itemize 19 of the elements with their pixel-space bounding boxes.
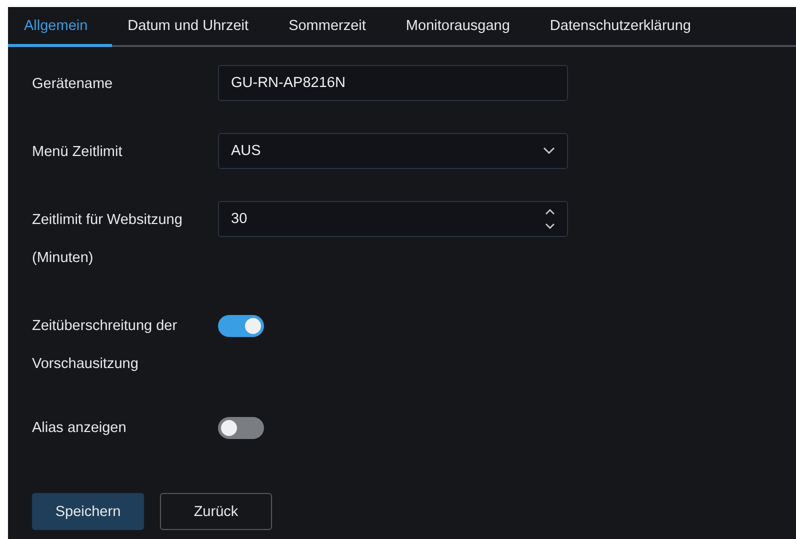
save-button[interactable]: Speichern xyxy=(32,493,144,530)
spinner-icon xyxy=(545,208,555,230)
tab[interactable]: Datenschutzerklärung xyxy=(534,7,715,47)
toggle-switch[interactable] xyxy=(218,315,264,337)
tab[interactable]: Allgemein xyxy=(8,7,112,47)
tab[interactable]: Datum und Uhrzeit xyxy=(112,7,273,47)
field-label: Zeitlimit für Websitzung (Minuten) xyxy=(32,211,184,268)
field-label: Alias anzeigen xyxy=(32,419,128,438)
chevron-down-icon xyxy=(543,147,555,155)
field-label: Menü Zeitlimit xyxy=(32,143,124,162)
field-label: Zeitüberschreitung der Vorschausitzung xyxy=(32,317,178,374)
tab[interactable]: Sommerzeit xyxy=(272,7,390,47)
select-field[interactable]: AUS xyxy=(218,133,568,169)
tab[interactable]: Monitorausgang xyxy=(390,7,534,47)
number-field[interactable]: 30 xyxy=(218,201,568,237)
toggle-switch[interactable] xyxy=(218,417,264,439)
field-label: Gerätename xyxy=(32,75,114,94)
back-button[interactable]: Zurück xyxy=(160,493,272,530)
text-field[interactable]: GU-RN-AP8216N xyxy=(218,65,568,101)
